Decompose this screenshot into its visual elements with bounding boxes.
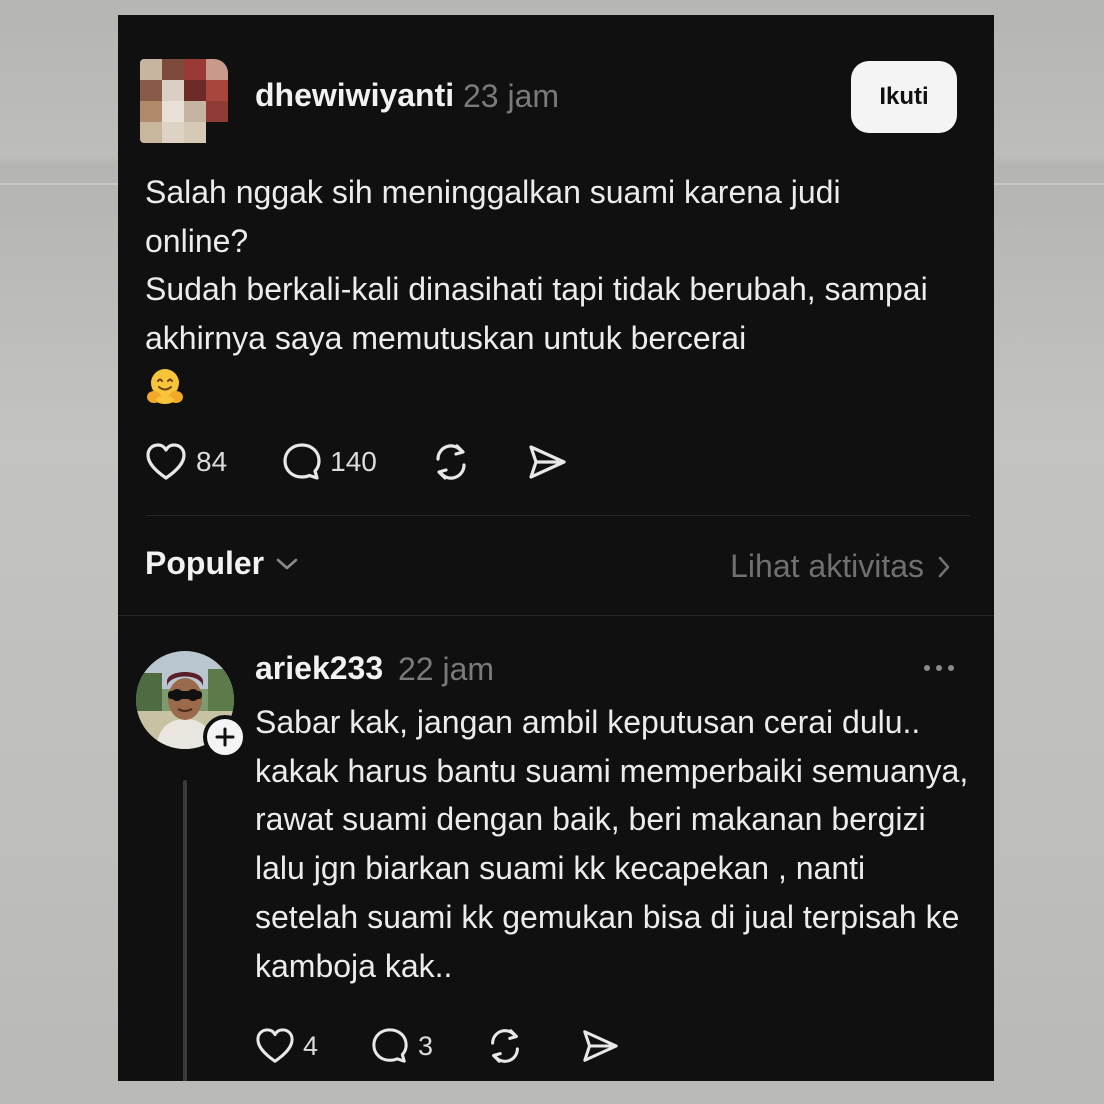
follow-button[interactable]: Ikuti: [851, 61, 957, 133]
chevron-right-icon: [938, 556, 950, 577]
like-button[interactable]: 84: [145, 442, 227, 482]
post-actions: 84 140: [145, 441, 568, 483]
reply-share-button[interactable]: [580, 1027, 620, 1065]
comment-bubble-icon: [283, 443, 321, 480]
repost-icon: [436, 444, 466, 480]
reply-timestamp: 22 jam: [398, 651, 495, 687]
comment-count: 140: [330, 446, 377, 477]
chevron-down-icon: [276, 558, 298, 569]
thread-line: [183, 780, 187, 1081]
more-dots-icon[interactable]: [922, 658, 956, 678]
divider: [118, 615, 994, 616]
follow-plus-button[interactable]: [203, 715, 247, 759]
author-avatar[interactable]: [140, 59, 228, 143]
comment-bubble-icon: [372, 1028, 408, 1063]
reply-like-count: 4: [303, 1030, 319, 1061]
author-username[interactable]: dhewiwiyanti: [255, 77, 454, 114]
activity-label: Lihat aktivitas: [730, 548, 924, 584]
send-icon: [529, 445, 566, 479]
reply-comment-button[interactable]: 3: [370, 1027, 433, 1065]
reply-repost-button[interactable]: [485, 1026, 525, 1066]
send-icon: [583, 1030, 618, 1062]
reply-comment-count: 3: [418, 1030, 434, 1061]
share-button[interactable]: [526, 442, 568, 482]
like-count: 84: [196, 446, 228, 477]
reply-body: Sabar kak, jangan ambil keputusan cerai …: [255, 704, 969, 984]
view-activity-link[interactable]: Lihat aktivitas: [730, 548, 954, 585]
post-timestamp: 23 jam: [463, 78, 560, 114]
reply-like-button[interactable]: 4: [255, 1027, 318, 1065]
hugging-face-emoji: [147, 369, 183, 404]
comment-button[interactable]: 140: [281, 442, 377, 482]
sort-dropdown[interactable]: Populer: [145, 545, 300, 582]
repost-button[interactable]: [430, 441, 472, 483]
reply-username[interactable]: ariek233: [255, 650, 383, 687]
heart-icon: [146, 443, 186, 480]
repost-icon: [491, 1029, 519, 1063]
divider: [146, 515, 970, 516]
post-body: Salah nggak sih meninggalkan suami karen…: [145, 168, 935, 406]
heart-icon: [256, 1028, 294, 1063]
sort-label: Populer: [145, 545, 265, 581]
post-text-line: Sudah berkali-kali dinasihati tapi tidak…: [145, 271, 928, 356]
post-text-line: Salah nggak sih meninggalkan suami karen…: [145, 174, 841, 259]
thread-card: dhewiwiyanti 23 jam Ikuti Salah nggak si…: [118, 15, 994, 1081]
plus-icon: [215, 727, 235, 747]
reply-actions: 4 3: [255, 1026, 620, 1066]
